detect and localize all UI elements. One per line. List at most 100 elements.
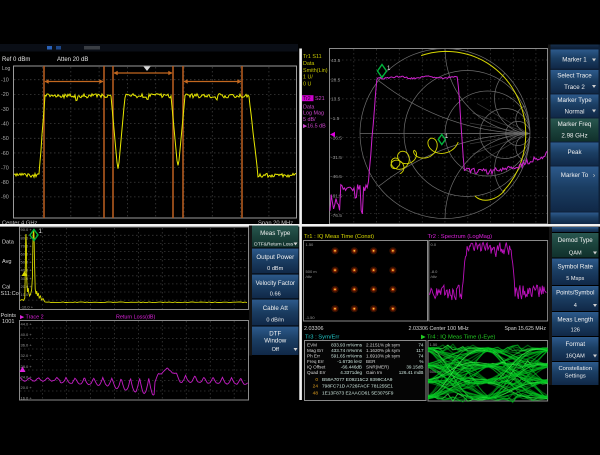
svg-text:-50: -50 [1, 136, 9, 142]
svg-text:0.0: 0.0 [431, 242, 437, 247]
svg-text:Meas Type: Meas Type [260, 230, 291, 237]
svg-text:Atten 20 dB: Atten 20 dB [57, 57, 88, 63]
svg-text:-10.0 +: -10.0 + [21, 305, 34, 310]
svg-text:74: 74 [418, 342, 424, 347]
svg-text:2.03306: 2.03306 [304, 326, 324, 332]
svg-text:5 Msps: 5 Msps [566, 276, 584, 282]
svg-text:117: 117 [416, 348, 424, 353]
svg-text:44.0 +: 44.0 + [21, 321, 33, 326]
svg-text:-1.5: -1.5 [331, 116, 340, 122]
svg-text:Freq Err: Freq Err [307, 359, 324, 364]
svg-text:%: % [419, 359, 423, 364]
svg-text:Ph Err: Ph Err [307, 353, 320, 358]
svg-text:-46.5: -46.5 [331, 174, 342, 180]
svg-text:-20: -20 [1, 92, 9, 98]
svg-text:Tr1 : IQ Meas Time (Const): Tr1 : IQ Meas Time (Const) [304, 234, 374, 240]
svg-text:Window: Window [264, 338, 287, 345]
svg-text:798FC71D A726FACF 781255E1: 798FC71D A726FACF 781255E1 [322, 384, 393, 390]
svg-text:126.41 mdB: 126.41 mdB [399, 370, 424, 375]
svg-text:0: 0 [315, 377, 318, 383]
svg-text:Data: Data [303, 61, 314, 67]
svg-text:24: 24 [313, 384, 319, 390]
svg-text:-66.446dB: -66.446dB [341, 365, 362, 370]
svg-text:1.1620% pk sym: 1.1620% pk sym [366, 348, 400, 353]
svg-text:Log Mag: Log Mag [303, 111, 324, 117]
svg-text:2.2151% pk sym: 2.2151% pk sym [366, 342, 400, 347]
svg-text:BER: BER [366, 359, 376, 364]
svg-text:1 U/: 1 U/ [303, 75, 313, 81]
svg-text:39.15dB: 39.15dB [406, 365, 423, 370]
svg-text:4.3371deg: 4.3371deg [340, 370, 362, 375]
svg-text:1.50: 1.50 [306, 242, 315, 247]
svg-text:74: 74 [418, 353, 424, 358]
svg-text:433.74 m%rms: 433.74 m%rms [331, 348, 363, 353]
svg-text:Symbol Rate: Symbol Rate [558, 264, 594, 271]
svg-text:Tr2: Tr2 [303, 96, 311, 102]
svg-text:S21: S21 [315, 96, 325, 102]
svg-text:/div: /div [306, 274, 312, 279]
svg-text:Points/Symbol: Points/Symbol [556, 291, 594, 297]
svg-text:S11:Cor: S11:Cor [1, 291, 21, 297]
svg-text:16.0 +: 16.0 + [21, 396, 33, 401]
svg-text:Mag Err: Mag Err [307, 348, 324, 353]
svg-text:0.66: 0.66 [270, 292, 281, 298]
svg-text:Off: Off [272, 347, 280, 353]
svg-text:▶ Tr4 : IQ Meas Time (I-Eye): ▶ Tr4 : IQ Meas Time (I-Eye) [421, 335, 495, 341]
svg-text:Normal: Normal [565, 109, 585, 116]
svg-text:SNR(MER): SNR(MER) [366, 365, 389, 370]
svg-text:2.03306 Center 100 MHz: 2.03306 Center 100 MHz [409, 326, 470, 332]
svg-text:591.65 m%rms: 591.65 m%rms [331, 353, 363, 358]
svg-text:Meas Length: Meas Length [557, 317, 593, 324]
svg-text:Constellation: Constellation [558, 366, 592, 372]
svg-text:DTF&Return Loss: DTF&Return Loss [254, 242, 294, 248]
svg-text:4: 4 [574, 303, 577, 309]
svg-text:Trace 2: Trace 2 [564, 84, 585, 91]
svg-text:-10: -10 [1, 78, 9, 84]
svg-text:126: 126 [571, 328, 580, 334]
svg-text:36.0 +: 36.0 + [21, 343, 33, 348]
svg-text:0 dB/m: 0 dB/m [266, 318, 284, 324]
svg-text:5 dB/: 5 dB/ [303, 117, 316, 123]
svg-text:16QAM: 16QAM [566, 354, 585, 360]
svg-text:QAM: QAM [569, 251, 582, 257]
svg-text:-31.5: -31.5 [331, 155, 342, 161]
svg-text:-76.5: -76.5 [331, 213, 342, 219]
svg-text:Quad Err: Quad Err [307, 370, 326, 375]
svg-text:Log: Log [2, 66, 11, 72]
svg-text:Select Trace: Select Trace [557, 73, 592, 80]
svg-text:Return Loss(dB): Return Loss(dB) [116, 314, 155, 320]
svg-text:Format: Format [565, 341, 585, 348]
svg-text:Peak: Peak [567, 149, 582, 156]
svg-text:B59A7077 E09215C2 9399C4A9: B59A7077 E09215C2 9399C4A9 [322, 377, 393, 383]
svg-text:Marker Type: Marker Type [557, 97, 592, 104]
svg-text:-30: -30 [1, 107, 9, 113]
svg-text:IQ Offset: IQ Offset [307, 365, 326, 370]
svg-text:-70: -70 [1, 165, 9, 171]
svg-text:Marker To: Marker To [561, 172, 589, 179]
svg-text:32.0 +: 32.0 + [21, 353, 33, 358]
svg-text:-1.50: -1.50 [306, 315, 316, 320]
svg-text:0 U: 0 U [303, 82, 311, 88]
svg-text:2.98 GHz: 2.98 GHz [561, 133, 587, 140]
svg-text:1.6910% pk sym: 1.6910% pk sym [366, 353, 400, 358]
svg-text:Output Power: Output Power [256, 254, 294, 261]
svg-text:/div: /div [431, 274, 437, 279]
svg-text:1E13F873 E2AACD61 5E3075F9: 1E13F873 E2AACD61 5E3075F9 [322, 390, 394, 396]
svg-text:-16.5: -16.5 [331, 135, 342, 141]
svg-text:90.0 +: 90.0 + [21, 227, 33, 232]
svg-text:-80: -80 [1, 180, 9, 186]
svg-text:-1.6736 kHz: -1.6736 kHz [337, 359, 362, 364]
svg-text:Data: Data [303, 104, 314, 110]
svg-text:Gain Im: Gain Im [366, 370, 382, 375]
svg-text:Smith(Lin): Smith(Lin) [303, 68, 328, 74]
svg-text:1.50: 1.50 [430, 342, 439, 347]
svg-text:Velocity Factor: Velocity Factor [256, 281, 295, 287]
svg-text:Tr1 S11: Tr1 S11 [303, 54, 322, 60]
svg-text:0 dBm: 0 dBm [267, 266, 284, 272]
svg-text:DTF: DTF [269, 331, 281, 338]
svg-text:Settings: Settings [565, 374, 586, 380]
svg-text:20.0 +: 20.0 + [21, 284, 33, 289]
svg-text:Cal: Cal [2, 285, 10, 291]
svg-text:Data: Data [2, 240, 15, 246]
svg-text:43.5: 43.5 [331, 58, 341, 64]
